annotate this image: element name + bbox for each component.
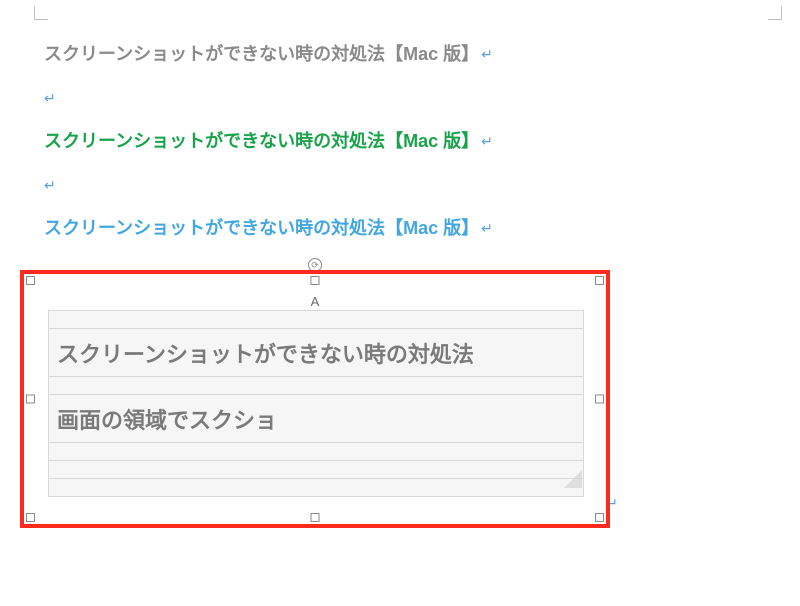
- paragraph-2-text: スクリーンショットができない時の対処法【Mac 版】: [44, 131, 479, 151]
- table-cell-empty[interactable]: [49, 311, 584, 329]
- empty-paragraph-1[interactable]: ↵: [44, 91, 770, 105]
- pilcrow-icon: ↵: [481, 46, 493, 62]
- paragraph-3[interactable]: スクリーンショットができない時の対処法【Mac 版】↵: [44, 216, 770, 241]
- selection-handle-e[interactable]: [595, 395, 604, 404]
- selection-handle-ne[interactable]: [595, 276, 604, 285]
- resize-grip-icon[interactable]: [564, 470, 582, 488]
- pilcrow-icon: ↵: [606, 495, 618, 512]
- table-cell-empty[interactable]: [49, 461, 584, 479]
- table-cell[interactable]: 画面の領域でスクショ: [49, 395, 584, 443]
- selection-handle-w[interactable]: [26, 395, 35, 404]
- selection-handle-n[interactable]: [311, 276, 320, 285]
- paragraph-1[interactable]: スクリーンショットができない時の対処法【Mac 版】↵: [44, 42, 770, 67]
- selection-handle-s[interactable]: [311, 513, 320, 522]
- paragraph-3-text: スクリーンショットができない時の対処法【Mac 版】: [44, 218, 479, 238]
- column-header-a: A: [311, 294, 320, 309]
- embedded-spreadsheet-object[interactable]: ⟳ A スクリーンショットができない時の対処法 画面の領域でスクショ ↵: [30, 280, 600, 518]
- embedded-table[interactable]: スクリーンショットができない時の対処法 画面の領域でスクショ: [48, 310, 584, 497]
- table-cell-empty[interactable]: [49, 443, 584, 461]
- rotate-glyph: ⟳: [311, 260, 319, 271]
- crop-mark-top-left: [34, 6, 48, 20]
- pilcrow-icon: ↵: [44, 177, 56, 193]
- table-cell-empty[interactable]: [49, 479, 584, 497]
- pilcrow-icon: ↵: [481, 220, 493, 236]
- rotation-handle-icon[interactable]: ⟳: [308, 258, 322, 272]
- document-body[interactable]: スクリーンショットができない時の対処法【Mac 版】↵ ↵ スクリーンショットが…: [44, 42, 770, 266]
- paragraph-1-text: スクリーンショットができない時の対処法【Mac 版】: [44, 44, 479, 64]
- pilcrow-icon: ↵: [44, 90, 56, 106]
- table-cell[interactable]: スクリーンショットができない時の対処法: [49, 329, 584, 377]
- crop-mark-top-right: [768, 6, 782, 20]
- paragraph-2[interactable]: スクリーンショットができない時の対処法【Mac 版】↵: [44, 129, 770, 154]
- pilcrow-icon: ↵: [481, 133, 493, 149]
- selection-handle-nw[interactable]: [26, 276, 35, 285]
- selection-handle-se[interactable]: [595, 513, 604, 522]
- selection-handle-sw[interactable]: [26, 513, 35, 522]
- table-cell-empty[interactable]: [49, 377, 584, 395]
- empty-paragraph-2[interactable]: ↵: [44, 178, 770, 192]
